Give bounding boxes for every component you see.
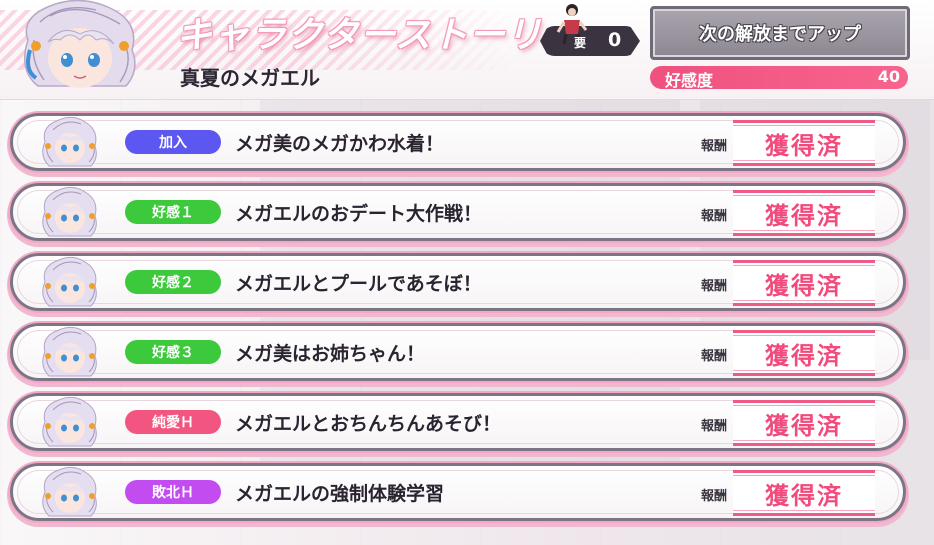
requirement-value: 0 <box>608 29 622 51</box>
reward-status-text: 獲得済 <box>765 201 843 230</box>
reward-status-text: 獲得済 <box>765 271 843 300</box>
reward-label: 報酬 <box>701 489 728 504</box>
affinity-label: 好感度 <box>665 71 714 90</box>
story-title: メガエルの強制体験学習 <box>235 483 445 505</box>
reward-status-text: 獲得済 <box>765 131 843 160</box>
reward-status-text: 獲得済 <box>765 341 843 370</box>
story-tag: 純愛Ｈ <box>125 410 221 434</box>
unlock-next-button[interactable]: 次の解放までアップ <box>650 6 910 60</box>
story-row[interactable]: 好感１ メガエルのおデート大作戦！ 報酬 獲得済 <box>10 183 906 241</box>
story-tag: 好感３ <box>125 340 221 364</box>
character-avatar-icon <box>42 396 97 447</box>
character-name: 真夏のメガエル <box>180 66 320 90</box>
reward-status-text: 獲得済 <box>765 481 843 510</box>
story-title: メガ美のメガかわ水着！ <box>235 133 445 155</box>
character-avatar-icon <box>42 116 97 167</box>
requirement-label: 要 <box>574 36 587 50</box>
story-row[interactable]: 敗北Ｈ メガエルの強制体験学習 報酬 獲得済 <box>10 463 906 521</box>
story-title: メガエルとプールであそぼ！ <box>235 273 482 295</box>
reward-status-text: 獲得済 <box>765 411 843 440</box>
story-title: メガエルとおちんちんあそび！ <box>235 413 502 435</box>
header: キャラクターストーリー 真夏のメガエル 要 0 次の解放までアップ 好感度 40 <box>0 0 934 100</box>
reward-label: 報酬 <box>701 419 728 434</box>
character-portrait <box>23 0 136 88</box>
character-avatar-icon <box>42 326 97 377</box>
reward-label: 報酬 <box>701 209 728 224</box>
reward-status-badge: 獲得済 <box>733 330 875 376</box>
page-title: キャラクターストーリー <box>176 15 580 56</box>
character-avatar-icon <box>42 256 97 307</box>
story-title: メガエルのおデート大作戦！ <box>235 203 483 225</box>
reward-status-badge: 獲得済 <box>733 260 875 306</box>
reward-status-badge: 獲得済 <box>733 120 875 166</box>
affinity-value: 40 <box>877 67 900 86</box>
story-tag: 好感２ <box>125 270 221 294</box>
story-row[interactable]: 好感２ メガエルとプールであそぼ！ 報酬 獲得済 <box>10 253 906 311</box>
character-avatar-icon <box>42 186 97 237</box>
reward-label: 報酬 <box>701 279 728 294</box>
story-tag: 好感１ <box>125 200 221 224</box>
reward-status-badge: 獲得済 <box>733 470 875 516</box>
reward-label: 報酬 <box>701 349 728 364</box>
story-row[interactable]: 好感３ メガ美はお姉ちゃん！ 報酬 獲得済 <box>10 323 906 381</box>
story-tag: 敗北Ｈ <box>125 480 221 504</box>
story-row[interactable]: 純愛Ｈ メガエルとおちんちんあそび！ 報酬 獲得済 <box>10 393 906 451</box>
story-tag: 加入 <box>125 130 221 154</box>
story-row[interactable]: 加入 メガ美のメガかわ水着！ 報酬 獲得済 <box>10 113 906 171</box>
story-title: メガ美はお姉ちゃん！ <box>235 343 426 365</box>
reward-status-badge: 獲得済 <box>733 400 875 446</box>
reward-label: 報酬 <box>701 139 728 154</box>
story-list: 加入 メガ美のメガかわ水着！ 報酬 獲得済 好感１ メガエルのおデート大作戦！ … <box>10 113 906 533</box>
reward-status-badge: 獲得済 <box>733 190 875 236</box>
character-avatar-icon <box>42 466 97 517</box>
